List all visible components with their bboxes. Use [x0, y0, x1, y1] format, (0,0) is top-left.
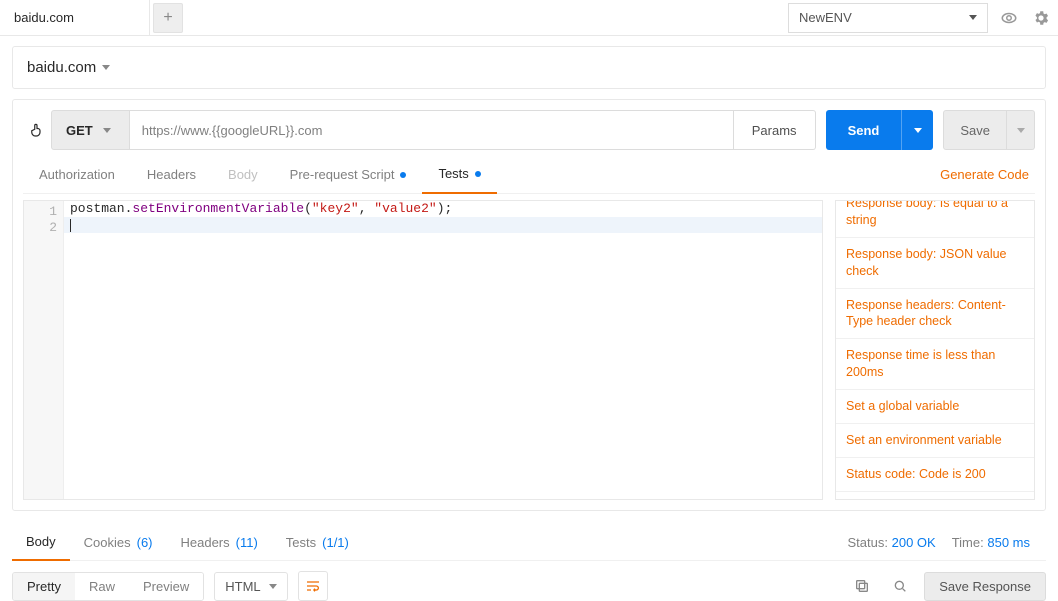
status-meta: Status: 200 OK: [848, 535, 952, 550]
snippet-item[interactable]: Response headers: Content-Type header ch…: [836, 289, 1034, 340]
snippet-label: Response body: Is equal to a string: [846, 200, 1008, 227]
tab-headers[interactable]: Headers: [131, 156, 212, 194]
time-meta: Time: 850 ms: [952, 535, 1046, 550]
resp-tab-cookies-label: Cookies: [84, 535, 131, 550]
snippets-panel: Response body: Is equal to a string Resp…: [835, 200, 1035, 500]
copy-response-icon[interactable]: [848, 572, 876, 600]
resp-tab-cookies-count: (6): [137, 535, 153, 550]
snippet-label: Response time is less than 200ms: [846, 348, 995, 379]
format-select[interactable]: HTML: [214, 572, 287, 601]
view-mode-group: Pretty Raw Preview: [12, 572, 204, 601]
send-label: Send: [848, 123, 880, 138]
view-mode-raw-label: Raw: [89, 579, 115, 594]
view-mode-preview-label: Preview: [143, 579, 189, 594]
search-response-icon[interactable]: [886, 572, 914, 600]
line-number: 1: [24, 204, 57, 220]
manage-env-icon[interactable]: [1026, 3, 1056, 33]
snippet-item[interactable]: Response body: Is equal to a string: [836, 200, 1034, 238]
resp-tab-body-label: Body: [26, 534, 56, 549]
generate-code-link[interactable]: Generate Code: [940, 167, 1035, 182]
view-mode-pretty[interactable]: Pretty: [13, 573, 75, 600]
tests-code-editor[interactable]: 1 2 postman.setEnvironmentVariable("key2…: [23, 200, 823, 500]
code-line: [64, 217, 822, 233]
format-label: HTML: [225, 579, 260, 594]
snippet-item[interactable]: Set an environment variable: [836, 424, 1034, 458]
snippet-item[interactable]: Status code: Code name has: [836, 492, 1034, 500]
tab-prerequest[interactable]: Pre-request Script: [274, 156, 423, 194]
request-tab-label: baidu.com: [14, 10, 74, 25]
resp-tab-headers-label: Headers: [181, 535, 230, 550]
code-line: postman.setEnvironmentVariable("key2", "…: [64, 201, 822, 217]
url-value: https://www.{{googleURL}}.com: [142, 123, 323, 138]
snippet-label: Response headers: Content-Type header ch…: [846, 298, 1006, 329]
collection-title: baidu.com: [27, 59, 96, 76]
params-label: Params: [752, 123, 797, 138]
resp-tab-headers[interactable]: Headers (11): [167, 525, 272, 561]
chevron-down-icon: [269, 584, 277, 589]
resp-tab-tests-count: (1/1): [322, 535, 349, 550]
tab-tests-label: Tests: [438, 166, 468, 181]
snippet-item[interactable]: Status code: Code is 200: [836, 458, 1034, 492]
tab-tests[interactable]: Tests: [422, 156, 496, 194]
snippet-label: Response body: JSON value check: [846, 247, 1007, 278]
tab-prerequest-label: Pre-request Script: [290, 167, 395, 182]
modified-dot-icon: [475, 171, 481, 177]
snippet-item[interactable]: Response time is less than 200ms: [836, 339, 1034, 390]
editor-content[interactable]: postman.setEnvironmentVariable("key2", "…: [64, 201, 822, 499]
status-value: 200 OK: [892, 535, 936, 550]
snippet-item[interactable]: Set a global variable: [836, 390, 1034, 424]
time-value: 850 ms: [987, 535, 1030, 550]
tab-headers-label: Headers: [147, 167, 196, 182]
snippet-label: Set an environment variable: [846, 433, 1002, 447]
save-response-label: Save Response: [939, 579, 1031, 594]
generate-code-label: Generate Code: [940, 167, 1029, 182]
chevron-down-icon: [914, 128, 922, 133]
send-dropdown[interactable]: [901, 110, 933, 150]
quicklook-icon[interactable]: [994, 3, 1024, 33]
url-input[interactable]: https://www.{{googleURL}}.com: [130, 110, 734, 150]
environment-select[interactable]: NewENV: [788, 3, 988, 33]
save-response-button[interactable]: Save Response: [924, 572, 1046, 601]
chevron-down-icon: [103, 128, 111, 133]
resp-tab-tests[interactable]: Tests (1/1): [272, 525, 363, 561]
request-tab[interactable]: baidu.com: [0, 0, 150, 35]
view-mode-raw[interactable]: Raw: [75, 573, 129, 600]
view-mode-preview[interactable]: Preview: [129, 573, 203, 600]
add-tab-button[interactable]: +: [153, 3, 183, 33]
resp-tab-body[interactable]: Body: [12, 525, 70, 561]
snippet-item[interactable]: Response body: JSON value check: [836, 238, 1034, 289]
chevron-down-icon: [1017, 128, 1025, 133]
environment-name: NewENV: [799, 10, 852, 25]
save-dropdown[interactable]: [1007, 110, 1035, 150]
text-cursor-icon: [70, 219, 71, 232]
tab-authorization-label: Authorization: [39, 167, 115, 182]
snippet-label: Status code: Code is 200: [846, 467, 986, 481]
resp-tab-headers-count: (11): [236, 535, 258, 550]
http-method-label: GET: [66, 123, 93, 138]
save-button[interactable]: Save: [943, 110, 1007, 150]
wrap-lines-button[interactable]: [298, 571, 328, 601]
http-method-select[interactable]: GET: [51, 110, 130, 150]
save-label: Save: [960, 123, 990, 138]
view-mode-pretty-label: Pretty: [27, 579, 61, 594]
chevron-down-icon: [969, 15, 977, 20]
line-number: 2: [24, 220, 57, 236]
collection-breadcrumb[interactable]: baidu.com: [12, 46, 1046, 89]
snippet-label: Set a global variable: [846, 399, 959, 413]
send-button[interactable]: Send: [826, 110, 902, 150]
tab-authorization[interactable]: Authorization: [23, 156, 131, 194]
params-button[interactable]: Params: [734, 110, 816, 150]
modified-dot-icon: [400, 172, 406, 178]
caret-down-icon: [102, 65, 110, 70]
resp-tab-cookies[interactable]: Cookies (6): [70, 525, 167, 561]
resp-tab-tests-label: Tests: [286, 535, 316, 550]
pointer-cursor-icon: [23, 110, 51, 150]
tab-body-label: Body: [228, 167, 258, 182]
tab-body[interactable]: Body: [212, 156, 274, 194]
editor-gutter: 1 2: [24, 201, 64, 499]
